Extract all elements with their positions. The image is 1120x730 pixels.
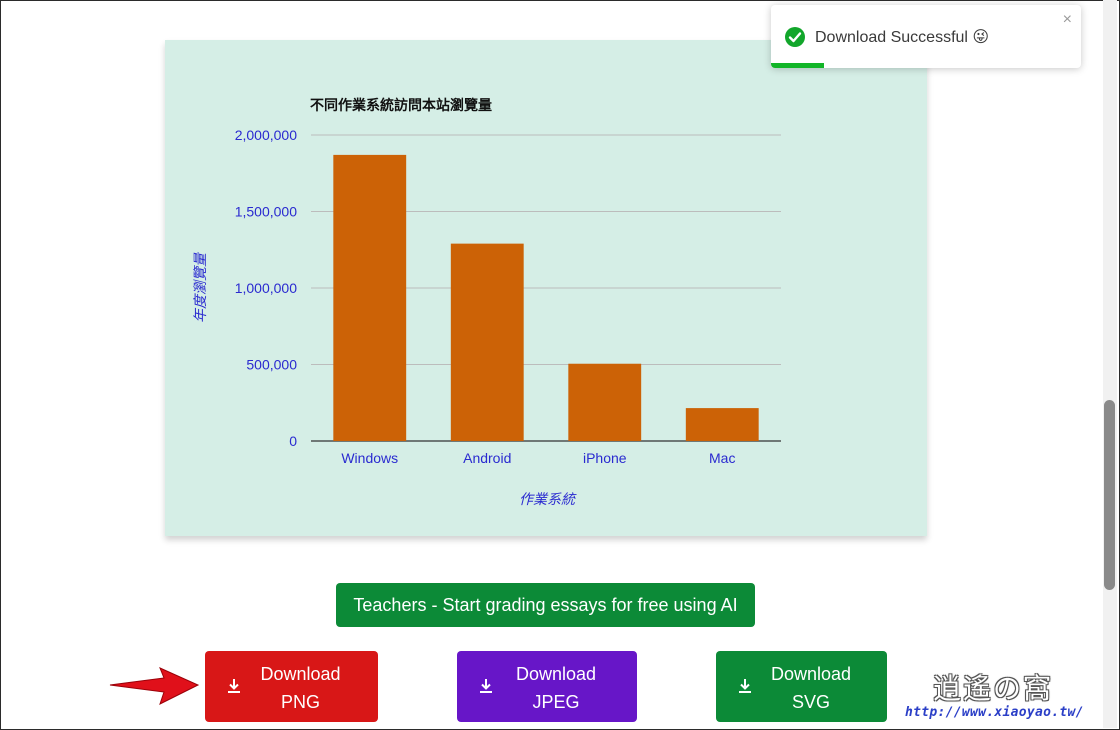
y-tick-label: 500,000 [246, 357, 297, 373]
y-tick-label: 1,500,000 [235, 204, 297, 220]
chart-title: 不同作業系統訪問本站瀏覽量 [310, 97, 492, 114]
y-tick-label: 2,000,000 [235, 127, 297, 143]
x-axis-label: 作業系統 [519, 492, 577, 508]
download-icon [480, 679, 492, 693]
download-svg-line2: SVG [791, 692, 830, 712]
toast-message-text: Download Successful [815, 29, 968, 46]
bar-windows[interactable] [333, 154, 407, 441]
chart-card: 不同作業系統訪問本站瀏覽量 0 500,000 1,000,000 1,500,000… [165, 40, 927, 536]
x-tick-label: Mac [709, 450, 735, 466]
download-jpeg-button[interactable]: Download JPEG [457, 651, 637, 722]
toast-message: Download Successful 😜 [815, 27, 989, 47]
teachers-ai-button-label: Teachers - Start grading essays for free… [353, 594, 738, 615]
y-axis-label: 年度瀏覽量 [193, 251, 209, 323]
x-tick-label: Windows [341, 450, 398, 466]
bar-mac[interactable] [685, 408, 759, 441]
y-tick-label: 0 [289, 433, 297, 449]
bar-android[interactable] [450, 243, 524, 441]
download-png-label: Download PNG [247, 660, 354, 716]
toast-notification: Download Successful 😜 × [771, 5, 1081, 68]
download-svg-label: Download SVG [758, 660, 864, 716]
scrollbar-track[interactable] [1103, 0, 1117, 728]
download-icon [739, 679, 751, 693]
y-tick-label: 1,000,000 [235, 280, 297, 296]
toast-emoji: 😜 [972, 29, 990, 46]
scrollbar-thumb[interactable] [1104, 400, 1115, 590]
watermark-url: http://www.xiaoyao.tw/ [905, 705, 1084, 720]
red-arrow-icon [109, 667, 200, 705]
download-png-line2: PNG [280, 692, 320, 712]
download-jpeg-label: Download JPEG [503, 660, 609, 716]
watermark-title: 逍遙の窩 [933, 672, 1054, 705]
check-circle-icon [785, 27, 805, 47]
x-tick-label: iPhone [583, 450, 627, 466]
download-png-button[interactable]: Download PNG [205, 651, 378, 722]
download-jpeg-line2: JPEG [532, 692, 580, 712]
bar-iphone[interactable] [568, 363, 642, 441]
watermark-logo: 逍遙の窩 http://www.xiaoyao.tw/ [903, 667, 1093, 723]
teachers-ai-button[interactable]: Teachers - Start grading essays for free… [336, 583, 755, 627]
download-svg-line1: Download [770, 664, 852, 684]
download-svg-button[interactable]: Download SVG [716, 651, 887, 722]
bar-chart: 不同作業系統訪問本站瀏覽量 0 500,000 1,000,000 1,500,000… [193, 97, 781, 508]
download-icon [228, 679, 240, 693]
toast-progress-bar [771, 63, 824, 68]
download-png-line1: Download [260, 664, 341, 684]
close-icon[interactable]: × [1063, 11, 1072, 29]
x-tick-label: Android [463, 450, 511, 466]
download-jpeg-line1: Download [515, 664, 597, 684]
